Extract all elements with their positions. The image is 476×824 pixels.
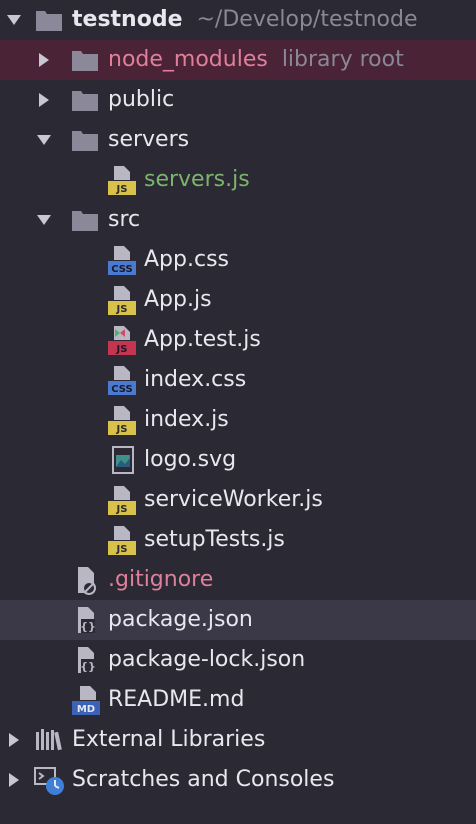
src-label: src — [108, 207, 141, 232]
expand-arrow-down-icon[interactable] — [30, 120, 58, 160]
svg-text:CSS: CSS — [111, 384, 132, 395]
external-libraries-label: External Libraries — [72, 727, 266, 752]
svg-text:{}: {} — [80, 660, 96, 673]
readme-md-label: README.md — [108, 687, 245, 712]
folder-icon — [69, 204, 101, 236]
tree-row-servers[interactable]: servers — [0, 120, 476, 160]
gitignore-label: .gitignore — [108, 567, 214, 592]
package-lock-json-label: package-lock.json — [108, 647, 306, 672]
servers-label: servers — [108, 127, 190, 152]
project-name: testnode — [72, 7, 183, 32]
folder-icon — [69, 44, 101, 76]
project-tree: testnode ~/Develop/testnode node_modules l… — [0, 0, 476, 824]
folder-icon — [69, 124, 101, 156]
js-file-icon: JS — [106, 524, 138, 556]
tree-row-index-css[interactable]: CSS index.css — [0, 360, 476, 400]
expand-arrow-right-icon[interactable] — [0, 720, 28, 760]
tree-row-app-test-js[interactable]: JS App.test.js — [0, 320, 476, 360]
svg-text:JS: JS — [116, 504, 128, 515]
markdown-file-icon: MD — [70, 684, 102, 716]
js-file-icon: JS — [106, 164, 138, 196]
expand-arrow-right-icon[interactable] — [0, 760, 28, 800]
svg-text:JS: JS — [116, 344, 128, 355]
json-file-icon: {} — [70, 604, 102, 636]
setup-tests-js-label: setupTests.js — [144, 527, 285, 552]
css-file-icon: CSS — [106, 364, 138, 396]
index-js-label: index.js — [144, 407, 229, 432]
folder-icon — [33, 4, 65, 36]
js-test-file-icon: JS — [106, 324, 138, 356]
json-file-icon: {} — [70, 644, 102, 676]
css-file-icon: CSS — [106, 244, 138, 276]
tree-row-setup-tests-js[interactable]: JS setupTests.js — [0, 520, 476, 560]
svg-text:JS: JS — [116, 304, 128, 315]
servers-js-label: servers.js — [144, 167, 250, 192]
scratches-clock-icon — [33, 764, 65, 796]
expand-arrow-down-icon[interactable] — [30, 200, 58, 240]
tree-row-gitignore[interactable]: .gitignore — [0, 560, 476, 600]
service-worker-js-label: serviceWorker.js — [144, 487, 323, 512]
node-modules-label: node_modules — [108, 47, 268, 72]
tree-row-index-js[interactable]: JS index.js — [0, 400, 476, 440]
svg-text:JS: JS — [116, 184, 128, 195]
tree-row-src[interactable]: src — [0, 200, 476, 240]
public-label: public — [108, 87, 175, 112]
js-file-icon: JS — [106, 404, 138, 436]
package-json-label: package.json — [108, 607, 253, 632]
folder-icon — [69, 84, 101, 116]
svg-text:JS: JS — [116, 424, 128, 435]
logo-svg-label: logo.svg — [144, 447, 237, 472]
js-file-icon: JS — [106, 484, 138, 516]
svg-text:CSS: CSS — [111, 264, 132, 275]
tree-row-app-css[interactable]: CSS App.css — [0, 240, 476, 280]
expand-arrow-down-icon[interactable] — [0, 0, 28, 40]
tree-row-node-modules[interactable]: node_modules library root — [0, 40, 476, 80]
scratches-consoles-label: Scratches and Consoles — [72, 767, 335, 792]
tree-row-app-js[interactable]: JS App.js — [0, 280, 476, 320]
expand-arrow-right-icon[interactable] — [30, 40, 58, 80]
tree-row-testnode[interactable]: testnode ~/Develop/testnode — [0, 0, 476, 40]
ignore-file-icon — [70, 564, 102, 596]
tree-row-package-lock-json[interactable]: {} package-lock.json — [0, 640, 476, 680]
tree-row-readme-md[interactable]: MD README.md — [0, 680, 476, 720]
app-js-label: App.js — [144, 287, 212, 312]
project-path: ~/Develop/testnode — [196, 7, 418, 32]
tree-row-scratches-consoles[interactable]: Scratches and Consoles — [0, 760, 476, 800]
js-file-icon: JS — [106, 284, 138, 316]
tree-row-service-worker-js[interactable]: JS serviceWorker.js — [0, 480, 476, 520]
app-test-js-label: App.test.js — [144, 327, 261, 352]
tree-row-package-json[interactable]: {} package.json — [0, 600, 476, 640]
tree-row-external-libraries[interactable]: External Libraries — [0, 720, 476, 760]
library-root-note: library root — [281, 47, 404, 72]
image-file-icon — [106, 444, 138, 476]
tree-row-public[interactable]: public — [0, 80, 476, 120]
expand-arrow-right-icon[interactable] — [30, 80, 58, 120]
libraries-icon — [33, 724, 65, 756]
index-css-label: index.css — [144, 367, 247, 392]
app-css-label: App.css — [144, 247, 229, 272]
svg-text:MD: MD — [77, 704, 95, 715]
tree-row-servers-js[interactable]: JS servers.js — [0, 160, 476, 200]
svg-text:JS: JS — [116, 544, 128, 555]
tree-row-logo-svg[interactable]: logo.svg — [0, 440, 476, 480]
svg-text:{}: {} — [80, 620, 96, 633]
